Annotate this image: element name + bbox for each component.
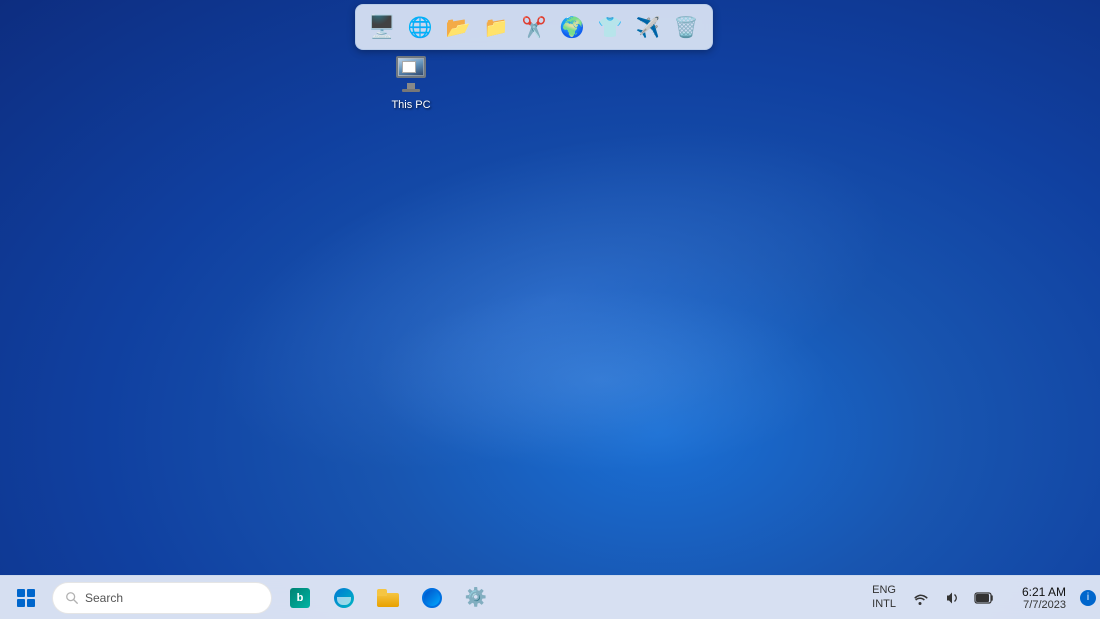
taskbar: Search b ⚙️ (0, 575, 1100, 619)
monitor-icon-shape (392, 56, 430, 94)
start-button[interactable] (4, 576, 48, 619)
toolbar-plane[interactable]: ✈️ (630, 9, 666, 45)
clock-date: 7/7/2023 (1023, 599, 1066, 611)
windows-logo (17, 589, 35, 607)
bing-icon-shape: b (290, 588, 310, 608)
language-indicator[interactable]: ENG INTL (868, 582, 900, 612)
taskbar-edge[interactable] (324, 578, 364, 618)
toolbar-tools[interactable]: ✂️ (516, 9, 552, 45)
toolbar-earth[interactable]: 🌍 (554, 9, 590, 45)
toolbar-shirt[interactable]: 👕 (592, 9, 628, 45)
taskbar-pinned-apps: b ⚙️ (280, 578, 496, 618)
toolbar-globe-icon[interactable]: 🌐 (402, 9, 438, 45)
plane-symbol: ✈️ (636, 15, 661, 40)
taskbar-file-explorer[interactable] (368, 578, 408, 618)
desktop-icon-this-pc[interactable]: This PC (376, 55, 446, 111)
this-pc-label: This PC (391, 99, 430, 111)
system-tray: ENG INTL (868, 582, 1100, 612)
battery-tray-icon[interactable] (970, 584, 998, 612)
toolbar-trash[interactable]: 🗑️ (668, 9, 704, 45)
wifi-icon (912, 590, 928, 606)
taskbar-bing[interactable]: b (280, 578, 320, 618)
globe-symbol: 🌐 (408, 15, 433, 40)
info-badge[interactable]: i (1080, 590, 1096, 606)
taskbar-settings[interactable]: ⚙️ (456, 578, 496, 618)
desktop: 🖥️ 🌐 📂 📁 ✂️ 🌍 👕 ✈️ 🗑️ (0, 0, 1100, 619)
volume-tray-icon[interactable] (938, 584, 966, 612)
clock-time: 6:21 AM (1022, 585, 1066, 599)
tools-symbol: ✂️ (522, 15, 547, 40)
toolbar-files[interactable]: 📁 (478, 9, 514, 45)
folder-open-symbol: 📂 (446, 15, 471, 40)
wifi-tray-icon[interactable] (906, 584, 934, 612)
tray-icons-group (906, 584, 998, 612)
files-symbol: 📁 (484, 15, 509, 40)
earth-symbol: 🌍 (560, 15, 585, 40)
volume-icon (944, 590, 960, 606)
taskbar-network[interactable] (412, 578, 452, 618)
settings-gear-icon: ⚙️ (465, 587, 487, 608)
locale-code: INTL (872, 598, 896, 611)
search-icon (65, 591, 79, 605)
battery-icon (974, 591, 994, 605)
folder-icon-shape (377, 589, 399, 607)
shirt-symbol: 👕 (598, 15, 623, 40)
network-icon-shape (422, 588, 442, 608)
trash-symbol: 🗑️ (674, 15, 699, 40)
toolbar-this-pc[interactable]: 🖥️ (364, 9, 400, 45)
info-icon: i (1087, 592, 1089, 603)
system-clock[interactable]: 6:21 AM 7/7/2023 (1004, 583, 1074, 613)
top-toolbar: 🖥️ 🌐 📂 📁 ✂️ 🌍 👕 ✈️ 🗑️ (355, 4, 713, 50)
toolbar-folder-open[interactable]: 📂 (440, 9, 476, 45)
search-bar[interactable]: Search (52, 582, 272, 614)
language-code: ENG (872, 584, 896, 597)
this-pc-icon-image (391, 55, 431, 95)
edge-icon-shape (334, 588, 354, 608)
search-label: Search (85, 591, 123, 605)
